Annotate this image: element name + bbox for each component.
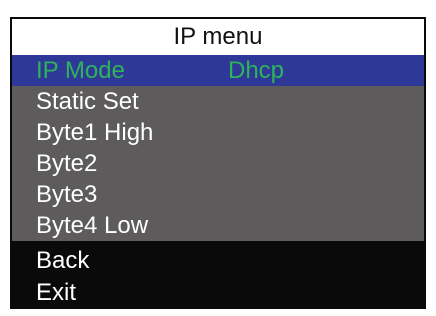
- menu-item-label: IP Mode: [36, 57, 125, 84]
- menu-item-byte4-low[interactable]: Byte4 Low: [12, 210, 424, 241]
- ip-mode-value: Dhcp: [228, 57, 285, 84]
- menu-item-label: Static Set: [36, 88, 139, 115]
- exit-label: Exit: [36, 279, 77, 306]
- menu-item-ip-mode[interactable]: IP Mode Dhcp: [12, 55, 424, 86]
- menu-item-byte1-high[interactable]: Byte1 High: [12, 117, 424, 148]
- exit-button[interactable]: Exit: [12, 277, 424, 309]
- menu-item-byte2[interactable]: Byte2: [12, 148, 424, 179]
- menu-list: IP Mode Dhcp Static Set Byte1 High Byte2…: [12, 55, 424, 241]
- menu-item-label: Byte2: [36, 150, 98, 177]
- page-title: IP menu: [12, 19, 424, 55]
- back-label: Back: [36, 247, 90, 274]
- menu-item-static-set[interactable]: Static Set: [12, 86, 424, 117]
- menu-item-label: Byte1 High: [36, 119, 154, 146]
- back-button[interactable]: Back: [12, 245, 424, 277]
- menu-item-label: Byte3: [36, 181, 98, 208]
- ip-menu-screen: IP menu IP Mode Dhcp Static Set Byte1 Hi…: [10, 17, 426, 309]
- menu-item-label: Byte4 Low: [36, 212, 149, 239]
- menu-item-byte3[interactable]: Byte3: [12, 179, 424, 210]
